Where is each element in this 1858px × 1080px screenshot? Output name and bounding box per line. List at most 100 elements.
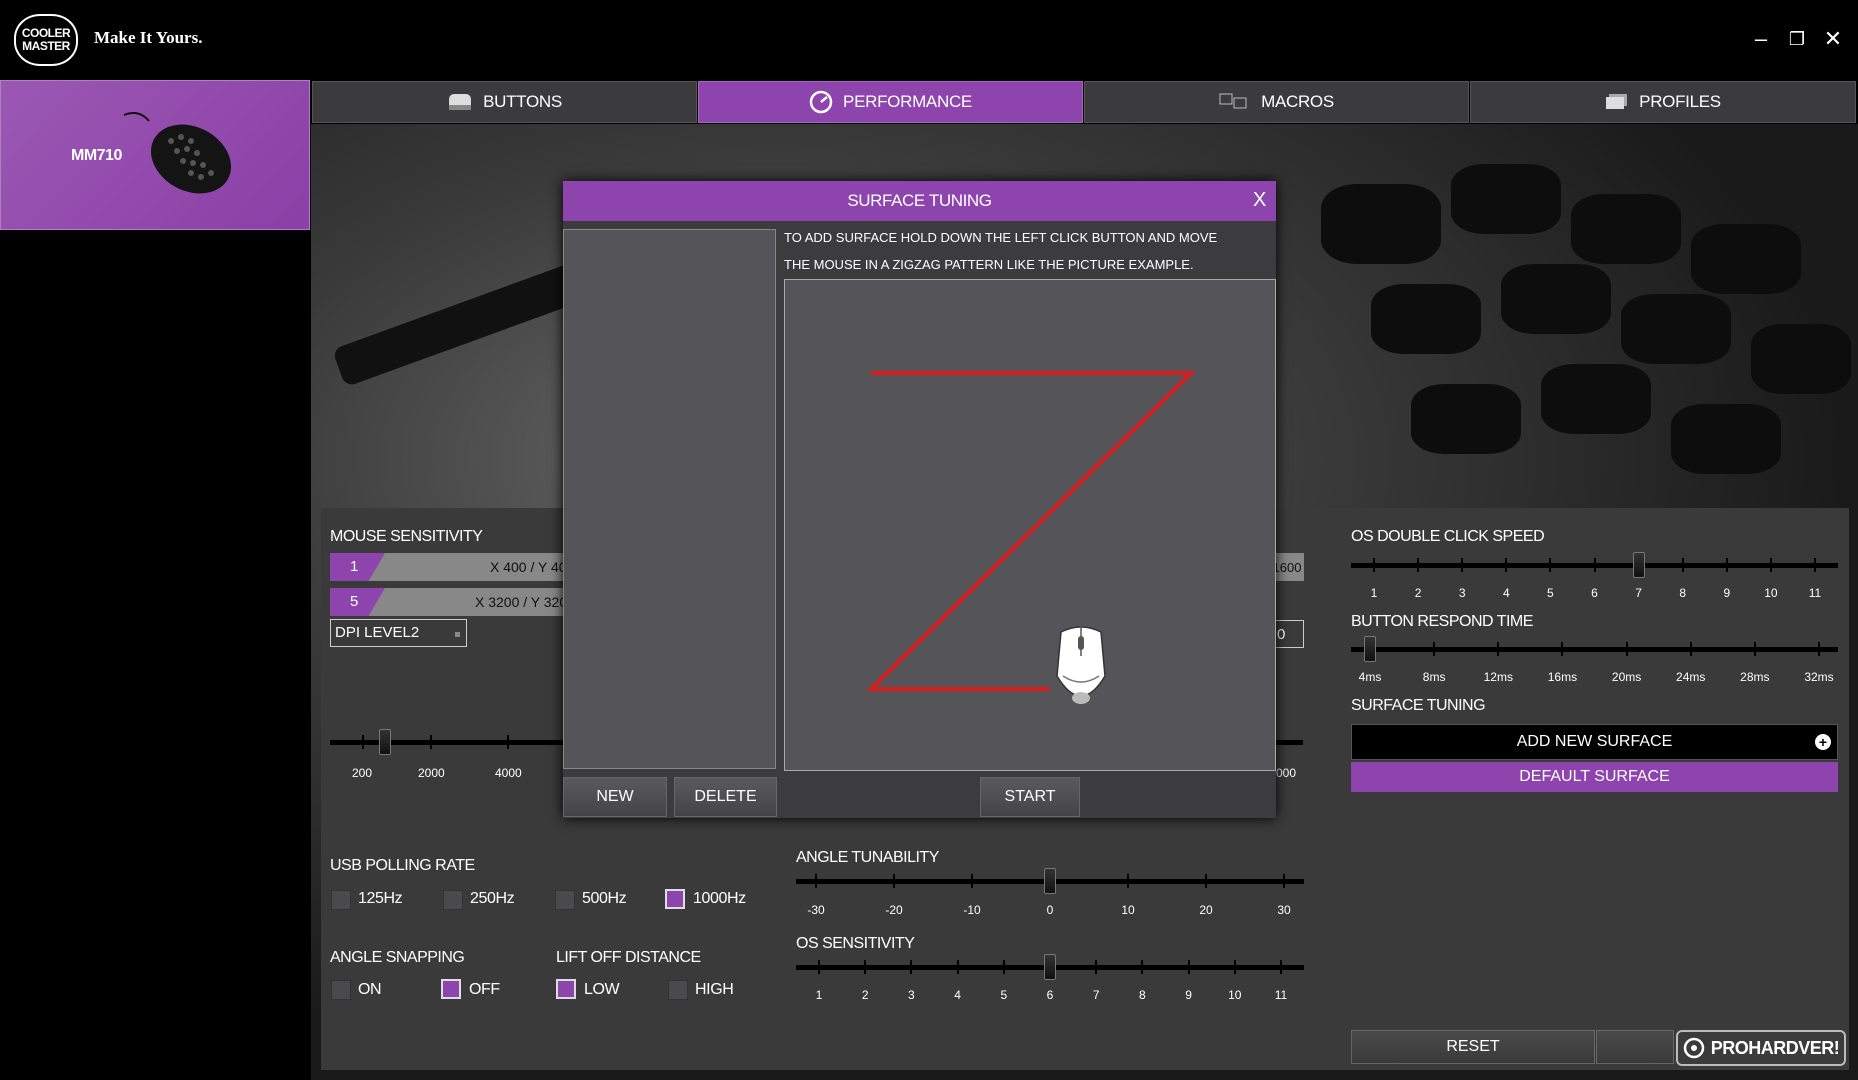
tab-performance[interactable]: PERFORMANCE [698,81,1083,123]
tab-buttons[interactable]: BUTTONS [312,81,697,123]
zigzag-example-area[interactable] [784,279,1276,771]
angle-tunability-thumb[interactable] [1044,868,1056,894]
os-double-click-tick [1814,558,1816,572]
dpi-label-right: 000 [1276,766,1297,780]
default-surface-item[interactable]: DEFAULT SURFACE [1351,762,1838,792]
dpi-level-value-1: X 400 / Y 400 [490,559,575,575]
os-sensitivity-tick [864,960,867,974]
lift-off-low-checkbox[interactable] [556,979,576,999]
mouse-cursor-icon [1056,626,1106,704]
minimize-button[interactable]: – [1748,26,1774,52]
mouse-icon [449,94,472,110]
os-double-click-label: 9 [1723,586,1731,600]
os-double-click-label: 11 [1808,586,1822,600]
button-respond-label: 4ms [1358,670,1382,684]
angle-tunability-tick [893,874,895,888]
angle-tunability-label: 30 [1277,903,1291,917]
restore-button[interactable]: ❐ [1784,26,1810,52]
prohardver-watermark: PROHARDVER! [1676,1030,1846,1066]
dialog-close-icon[interactable]: X [1253,189,1266,212]
os-double-click-labels: 1 2 3 4 5 6 7 8 9 10 11 [1351,586,1838,602]
title-bar [0,0,1858,80]
dpi-level-num-1: 1 [350,558,359,575]
lift-off-title: LIFT OFF DISTANCE [556,949,701,966]
os-sensitivity-label: 3 [908,988,915,1002]
os-sensitivity-thumb[interactable] [1044,954,1056,980]
instruction-line-2: THE MOUSE IN A ZIGZAG PATTERN LIKE THE P… [784,257,1194,272]
os-double-click-thumb[interactable] [1632,552,1645,578]
button-respond-title: BUTTON RESPOND TIME [1351,613,1533,630]
dialog-title: SURFACE TUNING [847,191,992,210]
watermark-text: PROHARDVER! [1710,1037,1840,1058]
angle-tunability-label: -20 [885,903,903,917]
zigzag-diagram [866,371,1196,704]
os-sensitivity-label: 1 [815,988,823,1002]
device-name: MM710 [71,147,122,164]
dpi-slider-thumb[interactable] [379,729,391,755]
add-new-surface-button[interactable]: ADD NEW SURFACE + [1351,724,1838,760]
dpi-slider-track-right [1276,740,1303,745]
lift-off-high-checkbox[interactable] [668,980,688,1000]
angle-tunability-slider[interactable] [796,868,1304,894]
button-respond-tick [1433,642,1436,656]
os-sensitivity-tick [1002,960,1005,974]
apply-button[interactable] [1596,1030,1674,1064]
os-double-click-label: 4 [1502,586,1510,600]
device-list-area [0,230,310,1080]
os-sensitivity-tick [1187,960,1190,974]
angle-tunability-label: -30 [807,903,825,917]
os-sensitivity-tick [1233,960,1236,974]
os-sensitivity-label: 4 [954,988,961,1002]
angle-snapping-on-label: ON [358,981,382,998]
button-respond-thumb[interactable] [1364,636,1376,662]
polling-250-label: 250Hz [470,890,515,907]
angle-tunability-labels: -30 -20 -10 0 10 20 30 [796,903,1304,919]
tagline: Make It Yours. [94,28,203,47]
os-sensitivity-label: 10 [1228,988,1242,1002]
polling-500-checkbox[interactable] [555,890,575,910]
dpi-level-num-5: 5 [350,593,359,610]
os-double-click-slider[interactable] [1351,552,1838,578]
device-card-mm710[interactable]: MM710 [0,80,310,230]
os-double-click-tick [1769,558,1772,572]
minimize-icon: – [1754,26,1768,51]
dpi-slider-track[interactable] [330,729,563,755]
dpi-level-row-5[interactable]: 5 X 3200 / Y 3200 [330,588,575,616]
close-button[interactable]: ✕ [1820,26,1846,52]
os-double-click-label: 3 [1458,586,1466,600]
button-respond-label: 28ms [1740,670,1770,684]
dpi-level-select[interactable]: DPI LEVEL2 [330,619,467,647]
os-sensitivity-slider[interactable] [796,954,1304,980]
surface-tuning-title: SURFACE TUNING [1351,697,1486,714]
tab-macros[interactable]: MACROS [1084,81,1469,123]
button-respond-tick [1497,642,1500,656]
button-respond-slider[interactable] [1351,636,1838,662]
dialog-new-button[interactable]: NEW [563,777,667,817]
tab-profiles[interactable]: PROFILES [1470,81,1856,123]
os-double-click-tick [1373,558,1375,572]
brand-line2: MASTER [22,39,70,53]
polling-125-checkbox[interactable] [331,890,351,910]
angle-snapping-off-checkbox[interactable] [441,979,461,999]
dialog-delete-button[interactable]: DELETE [674,777,777,817]
dpi-level-row-1[interactable]: 1 X 400 / Y 400 [330,553,575,581]
reset-button[interactable]: RESET [1351,1030,1595,1064]
angle-tunability-tick [971,874,973,888]
polling-500-label: 500Hz [582,890,627,907]
macro-icon [1219,93,1247,109]
angle-snapping-on-checkbox[interactable] [331,980,351,1000]
surface-list[interactable] [563,229,776,769]
dialog-delete-label: DELETE [694,788,757,805]
polling-250-checkbox[interactable] [443,890,463,910]
button-respond-labels: 4ms 8ms 12ms 16ms 20ms 24ms 28ms 32ms [1351,670,1838,686]
os-double-click-tick [1725,558,1728,572]
angle-snapping-title: ANGLE SNAPPING [330,949,465,966]
reset-label: RESET [1446,1038,1500,1055]
os-double-click-label: 1 [1370,586,1378,600]
os-sensitivity-label: 8 [1139,988,1146,1002]
button-respond-label: 20ms [1611,670,1642,684]
dpi-level-value-5: X 3200 / Y 3200 [475,594,575,610]
polling-1000-checkbox[interactable] [665,889,685,909]
angle-tunability-label: 20 [1199,903,1213,917]
dialog-start-button[interactable]: START [980,777,1080,817]
